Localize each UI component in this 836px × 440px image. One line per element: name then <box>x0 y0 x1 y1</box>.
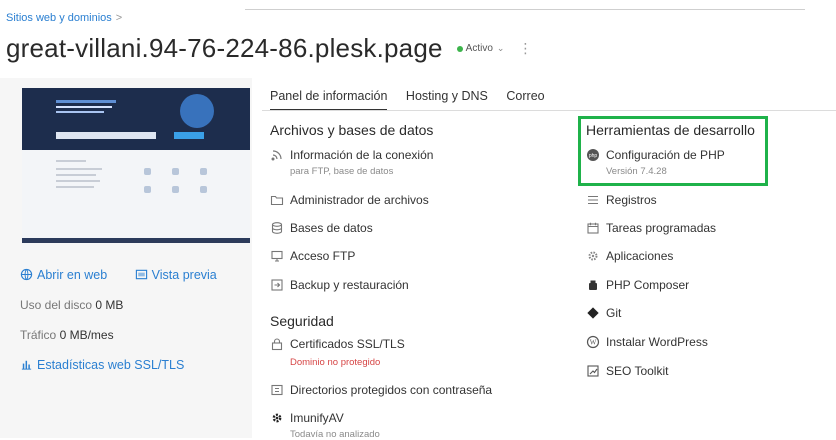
globe-icon <box>20 268 33 281</box>
more-menu-icon[interactable]: ⋮ <box>518 40 532 57</box>
imunifyav-status: Todavía no analizado <box>290 429 380 440</box>
traffic-value: 0 MB/mes <box>59 328 114 342</box>
ftp-access-link[interactable]: Acceso FTP <box>270 249 355 263</box>
tab-mail[interactable]: Correo <box>506 89 544 109</box>
breadcrumb-link[interactable]: Sitios web y dominios <box>6 12 112 24</box>
install-wordpress-link[interactable]: W Instalar WordPress <box>586 335 708 349</box>
gear-icon <box>270 411 284 425</box>
disk-usage-value: 0 MB <box>95 298 124 312</box>
connection-info-link[interactable]: Información de la conexión <box>270 148 433 162</box>
files-section-title: Archivos y bases de datos <box>270 122 434 138</box>
status-dropdown[interactable]: Activo ⌄ <box>456 43 505 54</box>
ssl-certificates-link[interactable]: Certificados SSL/TLS <box>270 337 405 351</box>
connection-info-subtext: para FTP, base de datos <box>290 166 394 177</box>
backup-restore-link[interactable]: Backup y restauración <box>270 278 409 292</box>
calendar-icon <box>586 221 600 235</box>
breadcrumb-separator: > <box>115 12 123 24</box>
disk-usage: Uso del disco 0 MB <box>20 298 124 312</box>
php-icon: php <box>586 148 600 162</box>
php-version: Versión 7.4.28 <box>606 166 667 177</box>
site-overview-panel: Abrir en web Vista previa Uso del disco … <box>0 78 252 438</box>
file-manager-link[interactable]: Administrador de archivos <box>270 193 429 207</box>
top-divider <box>245 9 805 10</box>
ssl-status-warning: Dominio no protegido <box>290 357 381 368</box>
folder-icon <box>270 193 284 207</box>
svg-text:W: W <box>590 339 597 347</box>
seo-toolkit-link[interactable]: SEO Toolkit <box>586 364 668 378</box>
title-row: great-villani.94-76-224-86.plesk.page Ac… <box>6 33 532 64</box>
lock-icon <box>270 337 284 351</box>
database-icon <box>270 221 284 235</box>
open-web-link[interactable]: Abrir en web <box>20 268 123 282</box>
security-section-title: Seguridad <box>270 313 334 329</box>
imunifyav-link[interactable]: ImunifyAV <box>270 411 344 425</box>
site-preview-thumbnail[interactable] <box>22 88 250 250</box>
chevron-down-icon: ⌄ <box>496 43 505 53</box>
tab-dashboard[interactable]: Panel de información <box>270 89 388 111</box>
preview-link[interactable]: Vista previa <box>135 268 229 282</box>
connection-icon <box>270 148 284 162</box>
traffic-usage: Tráfico 0 MB/mes <box>20 328 114 342</box>
dev-tools-section-title: Herramientas de desarrollo <box>586 122 755 138</box>
php-composer-link[interactable]: PHP Composer <box>586 278 689 292</box>
breadcrumb[interactable]: Sitios web y dominios > <box>6 12 122 24</box>
protected-folder-icon <box>270 383 284 397</box>
tabs-divider <box>262 110 836 111</box>
logs-icon <box>586 193 600 207</box>
composer-icon <box>586 278 600 292</box>
seo-icon <box>586 364 600 378</box>
backup-icon <box>270 278 284 292</box>
status-dot-icon <box>456 45 463 52</box>
git-icon <box>586 306 600 320</box>
ftp-icon <box>270 249 284 263</box>
applications-link[interactable]: Aplicaciones <box>586 249 673 263</box>
php-settings-link[interactable]: php Configuración de PHP <box>586 148 725 162</box>
page-title: great-villani.94-76-224-86.plesk.page <box>6 33 443 63</box>
preview-icon <box>135 269 147 280</box>
svg-text:php: php <box>589 153 598 159</box>
protected-directories-link[interactable]: Directorios protegidos con contraseña <box>270 383 492 397</box>
databases-link[interactable]: Bases de datos <box>270 221 373 235</box>
status-label: Activo <box>465 43 493 54</box>
apps-icon <box>586 249 600 263</box>
bar-chart-icon <box>21 360 32 370</box>
wordpress-icon: W <box>586 335 600 349</box>
git-link[interactable]: Git <box>586 306 621 320</box>
logs-link[interactable]: Registros <box>586 193 657 207</box>
preview-links: Abrir en web Vista previa <box>20 268 241 282</box>
tab-hosting-dns[interactable]: Hosting y DNS <box>406 89 488 109</box>
scheduled-tasks-link[interactable]: Tareas programadas <box>586 221 716 235</box>
tab-bar: Panel de información Hosting y DNS Corre… <box>270 89 560 111</box>
ssl-web-stats-link[interactable]: Estadísticas web SSL/TLS <box>20 358 184 372</box>
